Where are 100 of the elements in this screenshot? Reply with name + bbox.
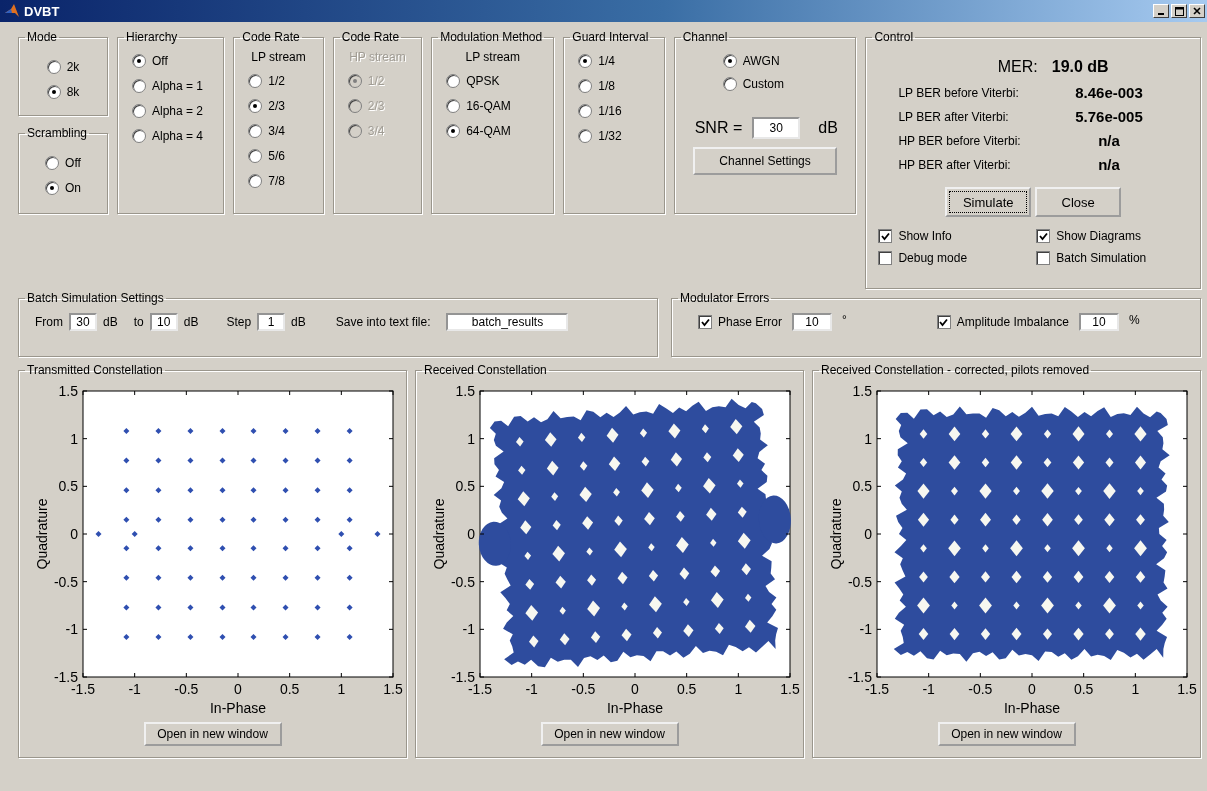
option-label: Custom [742, 77, 785, 91]
radio-button[interactable] [446, 74, 461, 88]
data-point [282, 428, 289, 435]
maximize-icon [1174, 6, 1184, 16]
radio-button[interactable] [248, 99, 263, 113]
tick-label: 0.5 [1073, 681, 1093, 697]
stream-label: LP stream [251, 50, 306, 64]
checkbox[interactable] [1036, 229, 1051, 243]
radio-button[interactable] [248, 124, 263, 138]
number-field[interactable]: 10 [149, 313, 178, 331]
number-field[interactable]: 1 [257, 313, 286, 331]
option-label: 2k [66, 60, 80, 74]
radio-button[interactable] [578, 129, 593, 143]
open-window-button[interactable]: Open in new window [143, 722, 282, 746]
data-point [186, 428, 193, 435]
checkbox-label: Amplitude Imbalance [956, 315, 1069, 329]
number-field[interactable]: 10 [1078, 313, 1119, 331]
checkbox[interactable] [878, 229, 893, 243]
checkbox[interactable] [698, 315, 712, 329]
group-title: Scrambling [26, 126, 89, 140]
tick-label: 0 [630, 681, 639, 697]
tick-label: -1 [462, 621, 475, 638]
tick-label: -1 [524, 681, 538, 697]
radio-button[interactable] [446, 99, 461, 113]
radio-button[interactable] [248, 74, 263, 88]
data-point [337, 531, 344, 537]
radio-button[interactable] [46, 85, 61, 99]
radio-button[interactable] [132, 79, 146, 93]
data-point [346, 574, 353, 581]
radio-button[interactable] [46, 60, 61, 74]
data-point [154, 487, 161, 494]
stat-label: LP BER after Viterbi: [898, 109, 1010, 124]
radio-button[interactable] [132, 129, 146, 143]
checkbox[interactable] [1036, 251, 1051, 265]
radio-button[interactable] [248, 149, 263, 163]
action-button[interactable]: Close [1035, 187, 1122, 217]
snr-field[interactable]: 30 [752, 117, 801, 139]
data-point [219, 574, 225, 581]
channel-settings-button[interactable]: Channel Settings [693, 147, 838, 175]
option-label: Off [152, 54, 168, 68]
option-label: 3/4 [268, 124, 285, 138]
option-label: 8k [66, 85, 80, 99]
unit-label: dB [183, 315, 199, 329]
maximize-button[interactable] [1171, 4, 1187, 18]
tick-label: 1.5 [455, 383, 475, 399]
tick-label: 0.5 [852, 478, 872, 495]
radio-button[interactable] [45, 181, 59, 195]
radio-button[interactable] [132, 54, 146, 68]
radio-button[interactable] [45, 156, 60, 170]
tick-label: -1 [859, 621, 872, 638]
field-label: Save into text file: [335, 315, 431, 329]
option-label: On [65, 181, 81, 195]
minimize-button[interactable] [1153, 4, 1169, 18]
data-point [154, 457, 161, 464]
number-field[interactable]: 30 [69, 313, 97, 331]
data-point [314, 604, 321, 611]
data-point [346, 516, 353, 523]
option-label: 5/6 [268, 149, 285, 163]
radio-button[interactable] [578, 79, 593, 93]
radio-button[interactable] [248, 174, 263, 188]
tick-label: 0.5 [676, 681, 696, 697]
radio-button[interactable] [578, 54, 593, 68]
stat-value: 8.46e-003 [1074, 84, 1144, 101]
data-point [186, 457, 193, 464]
data-point [219, 428, 225, 435]
data-point [314, 428, 321, 435]
data-point [314, 574, 321, 581]
snr-label: SNR = [694, 119, 743, 137]
data-point [250, 457, 256, 464]
tick-label: -0.5 [967, 681, 992, 697]
radio-button[interactable] [132, 104, 146, 118]
open-window-button[interactable]: Open in new window [540, 722, 679, 746]
data-point [374, 531, 380, 537]
close-button[interactable] [1189, 4, 1205, 18]
radio-button[interactable] [578, 104, 593, 118]
checkbox[interactable] [936, 315, 951, 329]
tick-label: 0 [466, 526, 475, 542]
mer-label: MER: [997, 58, 1038, 76]
radio-button[interactable] [446, 124, 461, 138]
data-point [250, 574, 256, 581]
open-window-button[interactable]: Open in new window [937, 722, 1076, 746]
data-point [346, 545, 353, 552]
action-button[interactable]: Simulate [945, 187, 1032, 217]
option-label: Alpha = 4 [152, 129, 204, 143]
tick-label: 1.5 [58, 383, 78, 399]
data-point [219, 487, 225, 494]
number-field[interactable]: 10 [792, 313, 833, 331]
data-point [122, 604, 129, 611]
data-point [250, 487, 256, 494]
tick-label: 0.5 [58, 478, 78, 495]
data-point [346, 604, 353, 611]
data-point [154, 428, 161, 435]
file-name-field[interactable]: batch_results [446, 313, 569, 331]
option-label: 16-QAM [466, 99, 511, 113]
stat-value: n/a [1097, 156, 1121, 173]
data-point [250, 516, 256, 523]
radio-button[interactable] [722, 77, 737, 91]
radio-button[interactable] [722, 54, 737, 68]
option-label: QPSK [466, 74, 500, 88]
checkbox[interactable] [878, 251, 893, 265]
